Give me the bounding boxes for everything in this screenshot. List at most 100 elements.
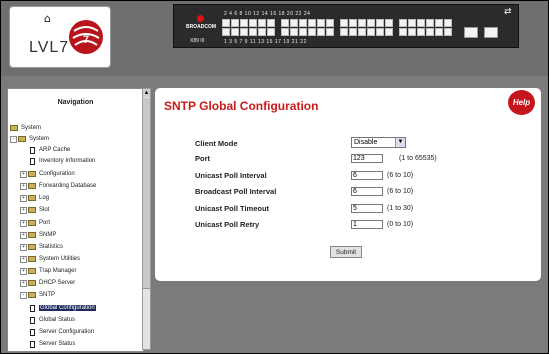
broadcast-poll-interval-input[interactable]: 6 [351,187,383,196]
port[interactable] [249,19,257,27]
port[interactable] [376,28,384,36]
port[interactable] [240,19,248,27]
port[interactable] [299,19,307,27]
settings-toggle-icon[interactable]: ⇄ [504,7,512,17]
port[interactable] [340,19,348,27]
port[interactable] [222,28,230,36]
port[interactable] [426,19,434,27]
port[interactable] [326,28,334,36]
nav-item-sntp[interactable]: - SNTP [20,290,55,300]
port[interactable] [340,28,348,36]
nav-item-global-configuration[interactable]: Global Configuration [30,303,96,313]
nav-item-statistics[interactable]: + Statistics [20,242,63,252]
port[interactable] [349,19,357,27]
port[interactable] [231,19,239,27]
port[interactable] [317,28,325,36]
scroll-thumb[interactable] [143,98,150,289]
expand-icon[interactable]: + [20,255,27,263]
unicast-poll-retry-input[interactable]: 1 [351,220,383,229]
port-input[interactable]: 123 [351,154,383,163]
chevron-down-icon[interactable]: ▼ [395,138,405,147]
port[interactable] [435,28,443,36]
expand-icon[interactable]: + [20,243,27,251]
port[interactable] [231,28,239,36]
port[interactable] [376,19,384,27]
port[interactable] [326,19,334,27]
lvl7-logo: ⌂ LVL7 7 [9,6,111,68]
port[interactable] [426,28,434,36]
nav-item-log[interactable]: + Log [20,193,49,203]
port[interactable] [385,28,393,36]
port[interactable] [267,19,275,27]
sfp-port-24[interactable] [484,27,498,38]
nav-item-port[interactable]: + Port [20,218,50,228]
port[interactable] [399,28,407,36]
expand-icon[interactable]: + [20,267,27,275]
port[interactable] [281,28,289,36]
nav-item-label: Server Status [39,341,76,347]
port[interactable] [308,19,316,27]
expand-icon[interactable]: + [20,231,27,239]
port[interactable] [222,19,230,27]
client-mode-select[interactable]: Disable ▼ [351,137,406,148]
port[interactable] [299,28,307,36]
nav-item-slot[interactable]: + Slot [20,205,49,215]
port[interactable] [444,19,452,27]
unicast-poll-interval-input[interactable]: 6 [351,171,383,180]
nav-item-arp-cache[interactable]: ARP Cache [30,145,70,155]
nav-scrollbar[interactable]: ▲ [142,88,151,350]
nav-item-trap-manager[interactable]: + Trap Manager [20,266,76,276]
nav-item-forwarding-database[interactable]: + Forwarding Database [20,181,96,191]
unicast-poll-interval-hint: (6 to 10) [387,172,414,179]
unicast-poll-timeout-hint: (1 to 30) [387,205,414,212]
expand-icon[interactable]: + [20,219,27,227]
nav-item-inventory-information[interactable]: Inventory Information [30,156,95,166]
port[interactable] [290,19,298,27]
navigation-panel: Navigation System - System ARP Cache Invento… [7,88,144,352]
port[interactable] [367,28,375,36]
port[interactable] [267,28,275,36]
nav-item-server-status[interactable]: Server Status [30,339,75,349]
port[interactable] [258,19,266,27]
submit-button[interactable]: Submit [330,246,362,258]
nav-item-dhcp-server[interactable]: + DHCP Server [20,278,75,288]
nav-item-system-utilities[interactable]: + System Utilities [20,254,80,264]
expand-icon[interactable]: + [20,170,27,178]
nav-item-configuration[interactable]: + Configuration [20,169,75,179]
port[interactable] [317,19,325,27]
expand-icon[interactable]: + [20,194,27,202]
port[interactable] [358,19,366,27]
nav-item-server-configuration[interactable]: Server Configuration [30,327,94,337]
port[interactable] [240,28,248,36]
port[interactable] [258,28,266,36]
port[interactable] [435,19,443,27]
expand-icon[interactable]: + [20,279,27,287]
nav-item-global-status[interactable]: Global Status [30,315,75,325]
port[interactable] [358,28,366,36]
port[interactable] [417,28,425,36]
expand-icon[interactable]: + [20,206,27,214]
collapse-icon[interactable]: - [20,291,27,299]
port[interactable] [367,19,375,27]
nav-item-system[interactable]: System [10,123,41,133]
port[interactable] [308,28,316,36]
port[interactable] [408,19,416,27]
port[interactable] [399,19,407,27]
port[interactable] [249,28,257,36]
help-button[interactable]: Help [508,90,535,115]
expand-icon[interactable]: + [20,182,27,190]
port[interactable] [408,28,416,36]
nav-item-system[interactable]: - System [10,134,49,144]
nav-item-snmp[interactable]: + SNMP [20,230,56,240]
collapse-icon[interactable]: - [10,135,17,143]
port[interactable] [281,19,289,27]
port[interactable] [290,28,298,36]
scroll-up-icon[interactable]: ▲ [143,89,150,97]
port[interactable] [417,19,425,27]
page-title: SNTP Global Configuration [164,99,319,113]
unicast-poll-timeout-input[interactable]: 5 [351,204,383,213]
port[interactable] [385,19,393,27]
port[interactable] [349,28,357,36]
sfp-port-23[interactable] [464,27,478,38]
port[interactable] [444,28,452,36]
